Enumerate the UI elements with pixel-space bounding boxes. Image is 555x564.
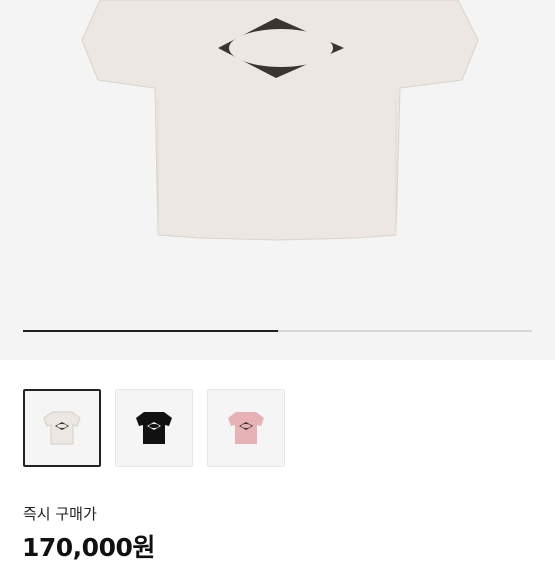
- thumbnail-list: [23, 389, 285, 467]
- thumbnail-black[interactable]: [115, 389, 193, 467]
- tshirt-black-icon: [136, 412, 172, 444]
- product-image-gallery[interactable]: [0, 0, 555, 360]
- thumbnail-beige[interactable]: [23, 389, 101, 467]
- gallery-progress-track: [23, 330, 532, 332]
- tshirt-beige-icon: [81, 0, 479, 241]
- tshirt-pink-icon: [228, 412, 264, 444]
- gallery-progress-fill: [23, 330, 278, 332]
- instant-purchase-label: 즉시 구매가: [23, 505, 97, 523]
- tshirt-beige-icon: [43, 411, 81, 445]
- price-value: 170,000원: [22, 533, 155, 562]
- thumbnail-pink[interactable]: [207, 389, 285, 467]
